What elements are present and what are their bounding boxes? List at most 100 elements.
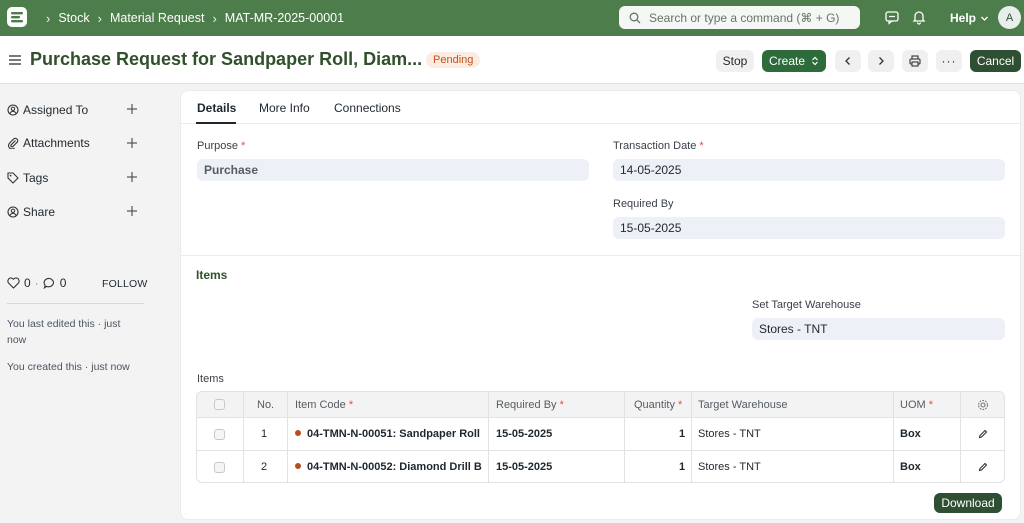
- paperclip-icon: [7, 137, 19, 149]
- row-item-code-text: 04-TMN-N-00051: Sandpaper Roll: [307, 428, 480, 440]
- breadcrumb-material-request[interactable]: Material Request: [110, 11, 205, 25]
- plus-icon[interactable]: [126, 137, 138, 149]
- transaction-date-label-text: Transaction Date: [613, 140, 697, 152]
- row-required-by[interactable]: 15-05-2025: [496, 428, 552, 440]
- sidebar-item-label: Attachments: [23, 136, 90, 150]
- chevron-right-icon: [879, 57, 884, 65]
- sidebar-item-attachments[interactable]: Attachments: [7, 135, 90, 151]
- transaction-date-label: Transaction Date *: [613, 140, 704, 152]
- download-button[interactable]: Download: [934, 493, 1002, 513]
- row-target-warehouse[interactable]: Stores - TNT: [698, 428, 761, 440]
- row-no: 1: [261, 428, 268, 440]
- avatar[interactable]: A: [998, 6, 1021, 29]
- form-card: Details More Info Connections Purpose * …: [180, 90, 1021, 520]
- next-button[interactable]: [868, 50, 894, 72]
- required-by-label: Required By: [613, 198, 674, 210]
- row-no: 2: [261, 461, 268, 473]
- row-checkbox[interactable]: [214, 462, 225, 473]
- column-item-code: Item Code *: [295, 399, 353, 411]
- required-mark: *: [241, 140, 246, 152]
- help-menu[interactable]: Help: [950, 0, 989, 36]
- divider: [7, 303, 144, 304]
- previous-button[interactable]: [835, 50, 861, 72]
- app-logo-icon[interactable]: [7, 7, 27, 27]
- required-mark: *: [678, 399, 683, 411]
- print-button[interactable]: [902, 50, 928, 72]
- more-options-button[interactable]: ···: [936, 50, 962, 72]
- row-target-warehouse[interactable]: Stores - TNT: [698, 461, 761, 473]
- last-edited-note: You last edited this · just now: [7, 318, 121, 346]
- row-required-by[interactable]: 15-05-2025: [496, 461, 552, 473]
- form-tabs: Details More Info Connections: [181, 91, 1020, 124]
- tab-more-info[interactable]: More Info: [259, 101, 310, 115]
- purpose-field[interactable]: Purchase: [197, 159, 589, 181]
- stop-button[interactable]: Stop: [716, 50, 754, 72]
- printer-icon: [909, 55, 921, 67]
- required-mark: *: [928, 399, 934, 411]
- plus-icon[interactable]: [126, 103, 138, 115]
- tab-details[interactable]: Details: [197, 101, 236, 115]
- breadcrumb-stock[interactable]: Stock: [58, 11, 89, 25]
- active-tab-indicator: [196, 122, 236, 124]
- select-all-checkbox[interactable]: [214, 399, 225, 410]
- row-item-code[interactable]: 04-TMN-N-00052: Diamond Drill B: [295, 461, 483, 473]
- items-table-label: Items: [197, 373, 224, 385]
- column-uom: UOM *: [900, 399, 933, 411]
- sidebar-item-tags[interactable]: Tags: [7, 170, 48, 186]
- create-button-label: Create: [768, 54, 806, 68]
- row-uom[interactable]: Box: [900, 428, 921, 440]
- status-badge: Pending: [426, 52, 481, 68]
- heart-icon[interactable]: [7, 277, 20, 289]
- search-placeholder: Search or type a command (⌘ + G): [649, 10, 840, 25]
- user-assign-icon: [7, 104, 19, 116]
- table-header: No. Item Code * Required By * Quantity *…: [197, 392, 1004, 418]
- chevron-right-icon: ›: [97, 10, 102, 26]
- sidebar-item-label: Share: [23, 205, 56, 219]
- like-count: 0: [24, 276, 31, 290]
- table-row[interactable]: 2 04-TMN-N-00052: Diamond Drill B 15-05-…: [197, 451, 1004, 482]
- sidebar-item-share[interactable]: Share: [7, 204, 55, 220]
- gear-icon[interactable]: [977, 399, 989, 411]
- hamburger-menu-icon[interactable]: [9, 54, 21, 66]
- sidebar-item-assigned-to[interactable]: Assigned To: [7, 102, 88, 118]
- help-label: Help: [950, 11, 977, 25]
- sidebar-item-label: Tags: [23, 171, 49, 185]
- search-input[interactable]: Search or type a command (⌘ + G): [619, 6, 860, 29]
- create-button[interactable]: Create: [762, 50, 826, 72]
- row-item-code-text: 04-TMN-N-00052: Diamond Drill B: [307, 461, 482, 473]
- plus-icon[interactable]: [126, 171, 138, 183]
- ellipsis-icon: ···: [941, 54, 957, 68]
- dot-separator: ·: [34, 276, 39, 290]
- edit-pencil-icon[interactable]: [978, 429, 988, 439]
- row-item-code[interactable]: 04-TMN-N-00051: Sandpaper Roll: [295, 428, 483, 440]
- transaction-date-field[interactable]: 14-05-2025: [613, 159, 1005, 181]
- tab-connections[interactable]: Connections: [334, 101, 401, 115]
- breadcrumb: › Stock › Material Request › MAT-MR-2025…: [38, 0, 344, 36]
- chevron-right-icon: ›: [46, 10, 51, 26]
- breadcrumb-document[interactable]: MAT-MR-2025-00001: [225, 11, 344, 25]
- page-title: Purchase Request for Sandpaper Roll, Dia…: [30, 49, 423, 69]
- edit-pencil-icon[interactable]: [978, 462, 988, 472]
- row-quantity[interactable]: 1: [679, 461, 685, 473]
- required-mark: *: [699, 140, 704, 152]
- column-divider: [287, 392, 288, 482]
- items-section-title: Items: [196, 268, 228, 282]
- bell-icon[interactable]: [911, 9, 927, 25]
- row-uom[interactable]: Box: [900, 461, 921, 473]
- search-icon: [629, 12, 641, 23]
- column-item-code-text: Item Code: [295, 399, 346, 411]
- row-checkbox[interactable]: [214, 429, 225, 440]
- comment-icon[interactable]: [43, 277, 56, 289]
- chat-icon[interactable]: [884, 9, 900, 25]
- follow-button[interactable]: FOLLOW: [102, 278, 148, 290]
- column-divider: [488, 392, 489, 482]
- chevron-updown-icon: [812, 56, 818, 66]
- table-row[interactable]: 1 04-TMN-N-00051: Sandpaper Roll 15-05-2…: [197, 418, 1004, 451]
- section-divider: [181, 255, 1020, 256]
- column-divider: [243, 392, 244, 482]
- cancel-button[interactable]: Cancel: [970, 50, 1021, 72]
- plus-icon[interactable]: [126, 205, 138, 217]
- row-quantity[interactable]: 1: [679, 428, 685, 440]
- required-by-field[interactable]: 15-05-2025: [613, 217, 1005, 239]
- set-target-warehouse-field[interactable]: Stores - TNT: [752, 318, 1005, 340]
